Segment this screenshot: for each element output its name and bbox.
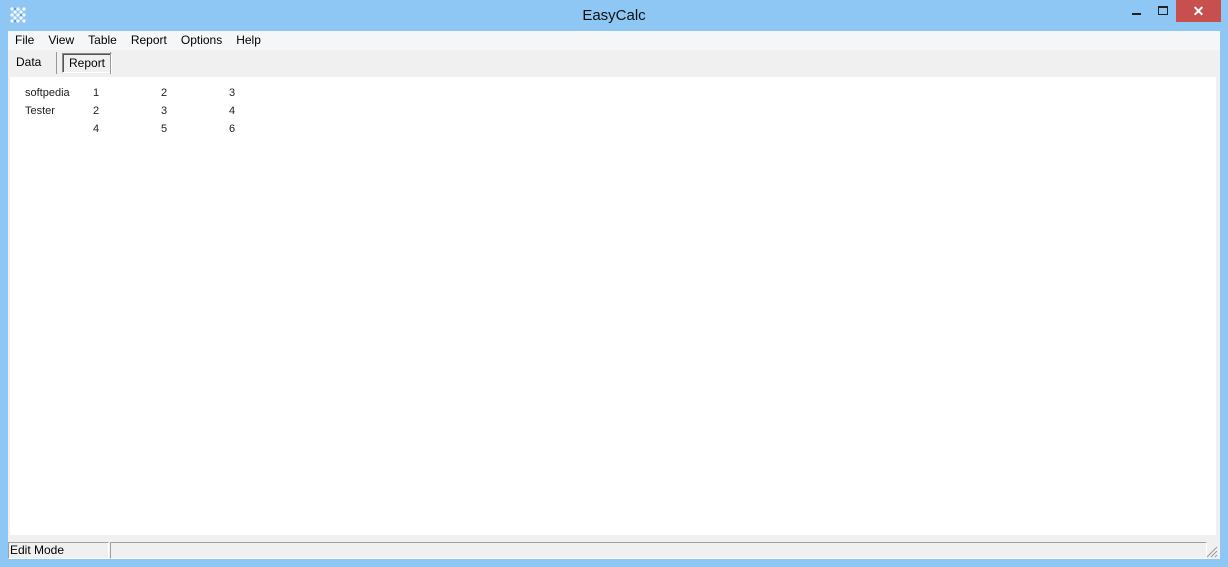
menu-options[interactable]: Options <box>174 31 229 50</box>
menu-bar: File View Table Report Options Help <box>8 31 1220 50</box>
report-cell: 1 <box>93 87 100 99</box>
tab-divider <box>110 52 111 74</box>
report-cell: 4 <box>229 105 236 117</box>
report-cell: 4 <box>93 123 100 135</box>
close-icon: ✕ <box>1192 2 1205 19</box>
menu-file[interactable]: File <box>8 31 41 50</box>
minimize-button[interactable] <box>1124 0 1150 22</box>
status-secondary <box>110 542 1207 559</box>
report-cell: Tester <box>25 105 55 117</box>
tab-data[interactable]: Data <box>16 55 41 69</box>
tab-report[interactable]: Report <box>62 53 113 73</box>
maximize-icon <box>1157 6 1168 15</box>
menu-help[interactable]: Help <box>229 31 268 50</box>
status-mode: Edit Mode <box>8 542 109 559</box>
window-title: EasyCalc <box>582 7 646 24</box>
resize-grip-icon[interactable] <box>1206 546 1218 558</box>
menu-table[interactable]: Table <box>81 31 124 50</box>
minimize-icon <box>1132 13 1141 15</box>
menu-view[interactable]: View <box>41 31 81 50</box>
report-cell: 3 <box>161 105 168 117</box>
report-cell: 3 <box>229 87 236 99</box>
status-bar: Edit Mode <box>8 541 1220 559</box>
title-bar: EasyCalc ✕ <box>0 0 1228 31</box>
tab-divider <box>56 52 57 74</box>
client-area: File View Table Report Options Help Data… <box>8 31 1220 559</box>
report-cell: 2 <box>93 105 100 117</box>
report-cell: 6 <box>229 123 236 135</box>
report-view: softpedia 1 2 3 Tester 2 3 4 4 5 6 <box>10 77 1216 535</box>
report-cell: 5 <box>161 123 168 135</box>
report-cell: 2 <box>161 87 168 99</box>
menu-report[interactable]: Report <box>124 31 174 50</box>
tab-strip: Data Report <box>8 50 1220 76</box>
maximize-button[interactable] <box>1150 0 1176 22</box>
report-cell: softpedia <box>25 87 70 99</box>
close-button[interactable]: ✕ <box>1176 0 1221 22</box>
